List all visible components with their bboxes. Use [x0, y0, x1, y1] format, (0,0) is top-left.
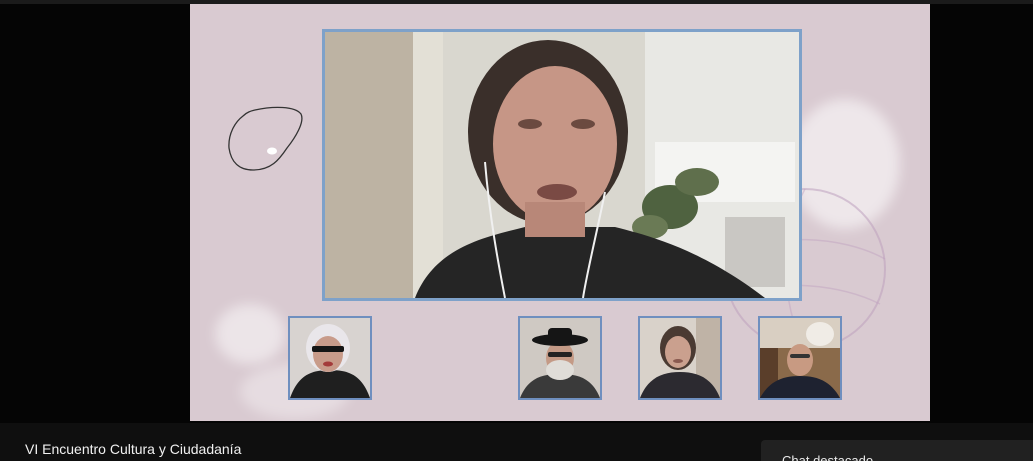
featured-chat-panel[interactable]: Chat destacado [761, 440, 1033, 461]
participant-image [290, 318, 370, 398]
participant-image [640, 318, 720, 398]
main-speaker-video[interactable] [322, 29, 802, 301]
participant-tile[interactable] [518, 316, 602, 400]
video-player[interactable] [0, 0, 1033, 423]
participant-image [760, 318, 840, 398]
video-title: VI Encuentro Cultura y Ciudadanía [25, 441, 242, 457]
main-speaker-image [325, 32, 799, 298]
participant-tile[interactable] [638, 316, 722, 400]
video-info-bar: VI Encuentro Cultura y Ciudadanía Chat d… [0, 423, 1033, 461]
decorative-cloud [215, 304, 285, 364]
featured-chat-label: Chat destacado [782, 453, 874, 461]
participant-image [520, 318, 600, 398]
participant-tile[interactable] [758, 316, 842, 400]
decorative-map-outline [228, 106, 303, 171]
meeting-stage [190, 4, 930, 421]
participant-tile[interactable] [288, 316, 372, 400]
